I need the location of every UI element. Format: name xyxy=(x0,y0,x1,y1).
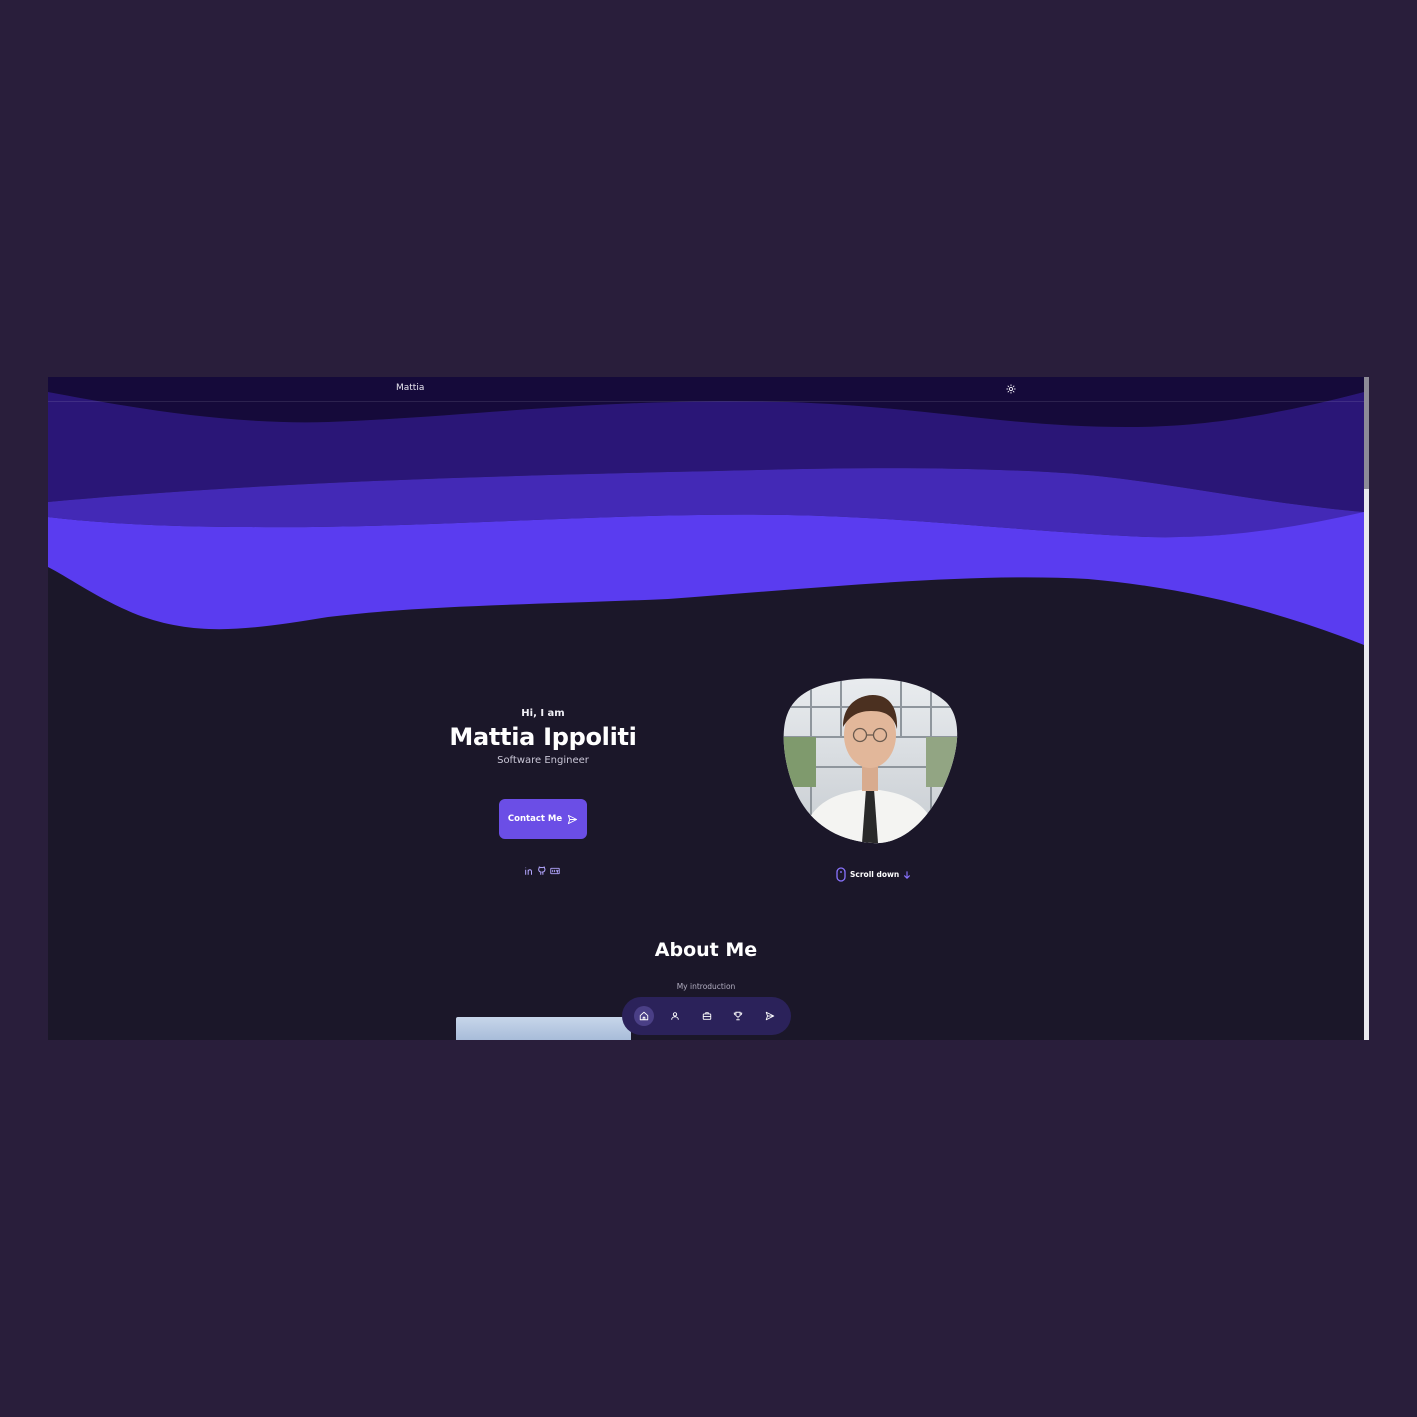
github-link[interactable] xyxy=(537,866,547,876)
nav-achievements[interactable] xyxy=(728,1006,748,1026)
dev-icon xyxy=(550,867,560,875)
logo[interactable]: Mattia xyxy=(396,383,424,393)
github-icon xyxy=(538,866,546,875)
scroll-down-label: Scroll down xyxy=(850,870,900,879)
hero-name: Mattia Ippoliti xyxy=(449,723,637,751)
scrollbar-thumb[interactable] xyxy=(1364,377,1369,489)
nav-contact[interactable] xyxy=(760,1006,780,1026)
hero-greeting: Hi, I am xyxy=(521,708,565,719)
user-icon xyxy=(671,1012,679,1020)
send-icon xyxy=(765,1011,774,1021)
sun-icon xyxy=(1006,384,1016,394)
contact-me-label: Contact Me xyxy=(507,814,563,824)
contact-me-button[interactable]: Contact Me xyxy=(499,799,587,839)
hero-role: Software Engineer xyxy=(497,755,589,766)
send-icon xyxy=(568,814,578,824)
scroll-down-button[interactable]: Scroll down xyxy=(836,867,911,882)
linkedin-link[interactable] xyxy=(524,866,534,876)
theme-toggle-button[interactable] xyxy=(1004,382,1018,396)
briefcase-icon xyxy=(702,1012,711,1020)
top-header: Mattia xyxy=(48,377,1364,402)
hero-intro: Hi, I am Mattia Ippoliti Software Engine… xyxy=(431,708,655,766)
profile-photo xyxy=(781,677,959,845)
about-title: About Me xyxy=(654,939,758,961)
trophy-icon xyxy=(733,1011,743,1021)
about-image xyxy=(456,1017,631,1040)
browser-viewport: Mattia Hi, I am Mattia Ippoliti Software… xyxy=(48,377,1369,1040)
nav-home[interactable] xyxy=(633,1006,654,1026)
arrow-down-icon xyxy=(904,870,911,879)
nav-about[interactable] xyxy=(665,1006,685,1026)
about-subtitle: My introduction xyxy=(676,982,736,991)
linkedin-icon xyxy=(525,867,532,875)
mouse-icon xyxy=(836,867,846,882)
bottom-navigation xyxy=(622,997,791,1035)
page-scrollbar[interactable] xyxy=(1364,377,1369,1040)
nav-experience[interactable] xyxy=(697,1006,717,1026)
hero-waves xyxy=(48,377,1364,645)
social-links xyxy=(524,865,562,877)
home-icon xyxy=(639,1011,648,1021)
dev-link[interactable] xyxy=(550,866,560,876)
